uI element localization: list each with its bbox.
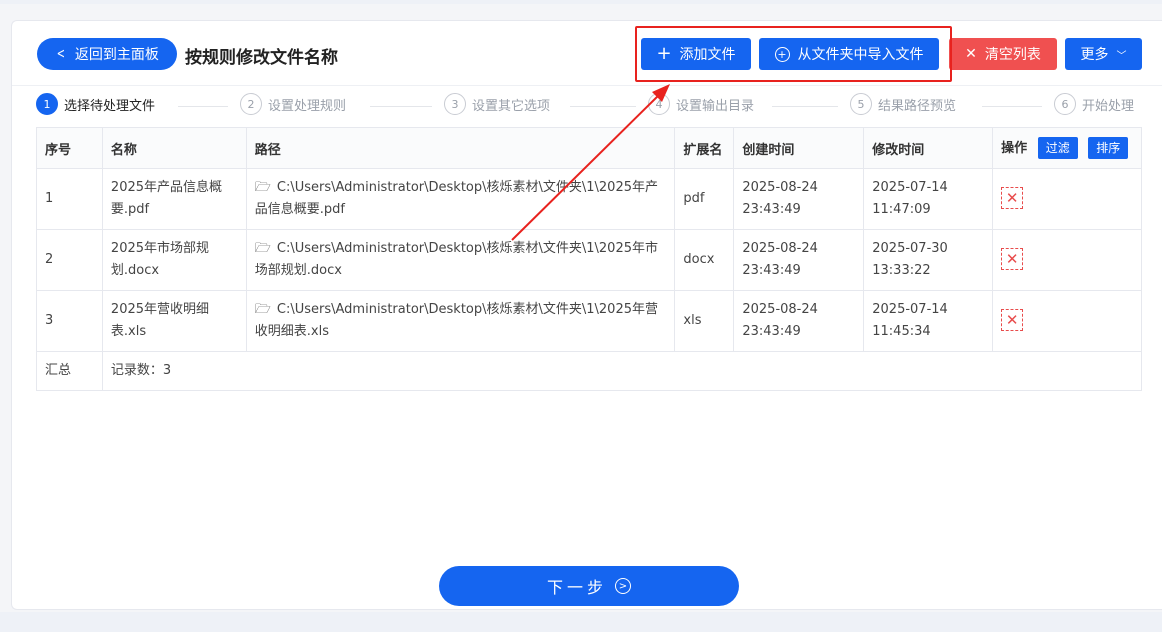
file-path: C:\Users\Administrator\Desktop\核烁素材\文件夹\…: [254, 241, 658, 278]
file-name: 2025年营收明细表.xls: [101, 290, 247, 352]
step-label: 设置输出目录: [676, 98, 755, 114]
step-4[interactable]: 4 设置输出目录: [648, 93, 754, 115]
back-to-dashboard-button[interactable]: < 返回到主面板: [37, 38, 177, 70]
column-header: 扩展名: [674, 127, 735, 169]
chevron-down-icon: ﹀: [1116, 50, 1127, 62]
step-number: 4: [648, 93, 670, 115]
step-connector: [370, 106, 432, 107]
row-index: 2: [36, 229, 103, 291]
actions-cell: ✕: [992, 290, 1142, 352]
step-label: 设置处理规则: [268, 98, 347, 114]
app-frame: < 返回到主面板 按规则修改文件名称 + 添加文件 + 从文件夹中导入文件 ✕ …: [0, 4, 1162, 612]
created-time: 2025-08-24 23:43:49: [733, 168, 865, 230]
record-count: 记录数：3: [101, 351, 1143, 391]
folder-icon[interactable]: 🗁: [255, 177, 271, 199]
folder-icon[interactable]: 🗁: [255, 238, 271, 260]
table-row[interactable]: 1 2025年产品信息概要.pdf 🗁 C:\Users\Administrato…: [36, 168, 1142, 230]
path-cell: 🗁 C:\Users\Administrator\Desktop\核烁素材\文件夹…: [245, 229, 676, 291]
path-cell: 🗁 C:\Users\Administrator\Desktop\核烁素材\文件夹…: [245, 290, 676, 352]
summary-label: 汇总: [36, 351, 103, 391]
created-time: 2025-08-24 23:43:49: [733, 290, 865, 352]
column-header: 修改时间: [863, 127, 994, 169]
actions-cell: ✕: [992, 229, 1142, 291]
step-1[interactable]: 1 选择待处理文件: [36, 93, 155, 115]
step-connector: [570, 106, 636, 107]
modified-time: 2025-07-30 13:33:22: [863, 229, 994, 291]
delete-icon[interactable]: ✕: [1001, 309, 1024, 331]
file-name: 2025年产品信息概要.pdf: [101, 168, 247, 230]
step-6[interactable]: 6 开始处理: [1054, 93, 1134, 115]
column-header: 序号: [36, 127, 103, 169]
delete-icon[interactable]: ✕: [1001, 187, 1024, 209]
step-number: 1: [36, 93, 58, 115]
sort-button[interactable]: 排序: [1088, 137, 1129, 159]
step-5[interactable]: 5 结果路径预览: [850, 93, 956, 115]
table-header-row: 序号 名称 路径 扩展名 创建时间 修改时间 操作 过滤 排序: [36, 127, 1142, 169]
column-header: 创建时间: [733, 127, 865, 169]
step-label: 设置其它选项: [472, 98, 551, 114]
actions-cell: ✕: [992, 168, 1142, 230]
annotation-highlight-box: [635, 26, 952, 82]
more-button[interactable]: 更多 ﹀: [1065, 38, 1142, 70]
column-header: 操作: [1001, 141, 1028, 156]
step-2[interactable]: 2 设置处理规则: [240, 93, 346, 115]
clear-list-label: 清空列表: [984, 47, 1041, 63]
more-label: 更多: [1080, 47, 1109, 63]
step-progress: 1 选择待处理文件 2 设置处理规则 3 设置其它选项 4 设置输出目录 5 结…: [36, 93, 1162, 121]
back-button-label: 返回到主面板: [74, 47, 159, 63]
summary-row: 汇总 记录数：3: [36, 351, 1143, 391]
chevron-left-icon: <: [56, 46, 66, 62]
step-number: 5: [850, 93, 872, 115]
table-row[interactable]: 2 2025年市场部规划.docx 🗁 C:\Users\Administrato…: [36, 229, 1142, 291]
step-number: 6: [1054, 93, 1076, 115]
file-path: C:\Users\Administrator\Desktop\核烁素材\文件夹\…: [254, 302, 658, 339]
step-3[interactable]: 3 设置其它选项: [444, 93, 550, 115]
path-cell: 🗁 C:\Users\Administrator\Desktop\核烁素材\文件夹…: [245, 168, 676, 230]
step-connector: [178, 106, 228, 107]
file-path: C:\Users\Administrator\Desktop\核烁素材\文件夹\…: [254, 180, 658, 217]
step-label: 结果路径预览: [878, 98, 957, 114]
table-row[interactable]: 3 2025年营收明细表.xls 🗁 C:\Users\Administrator…: [36, 290, 1142, 352]
step-number: 2: [240, 93, 262, 115]
actions-header: 操作 过滤 排序: [992, 127, 1142, 169]
header-bar: < 返回到主面板 按规则修改文件名称 + 添加文件 + 从文件夹中导入文件 ✕ …: [12, 21, 1162, 86]
step-label: 开始处理: [1082, 98, 1135, 114]
filter-button[interactable]: 过滤: [1037, 137, 1078, 159]
step-connector: [982, 106, 1042, 107]
next-step-button[interactable]: 下一步 >: [439, 566, 739, 606]
column-header: 名称: [101, 127, 247, 169]
step-connector: [772, 106, 838, 107]
file-name: 2025年市场部规划.docx: [101, 229, 247, 291]
file-table: 序号 名称 路径 扩展名 创建时间 修改时间 操作 过滤 排序 1 2025年产: [36, 127, 1143, 391]
modified-time: 2025-07-14 11:45:34: [863, 290, 994, 352]
step-label: 选择待处理文件: [64, 98, 156, 114]
file-ext: xls: [674, 290, 735, 352]
file-ext: docx: [674, 229, 735, 291]
page-title: 按规则修改文件名称: [185, 48, 338, 68]
file-ext: pdf: [674, 168, 735, 230]
next-step-label: 下一步: [546, 578, 607, 597]
main-panel: < 返回到主面板 按规则修改文件名称 + 添加文件 + 从文件夹中导入文件 ✕ …: [11, 20, 1162, 610]
chevron-right-circle-icon: >: [615, 578, 631, 594]
row-index: 3: [36, 290, 103, 352]
delete-icon[interactable]: ✕: [1001, 248, 1024, 270]
step-number: 3: [444, 93, 466, 115]
created-time: 2025-08-24 23:43:49: [733, 229, 865, 291]
modified-time: 2025-07-14 11:47:09: [863, 168, 994, 230]
folder-icon[interactable]: 🗁: [255, 299, 271, 321]
column-header: 路径: [245, 127, 676, 169]
clear-list-button[interactable]: ✕ 清空列表: [949, 38, 1057, 70]
close-icon: ✕: [965, 46, 977, 62]
row-index: 1: [36, 168, 103, 230]
